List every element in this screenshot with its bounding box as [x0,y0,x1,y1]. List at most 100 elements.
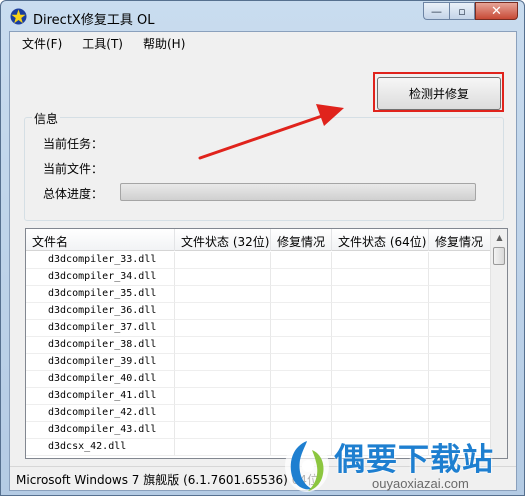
row-cell [271,405,332,422]
row-cell [271,320,332,337]
menu-tools[interactable]: 工具(T) [82,35,123,52]
row-cell [429,371,492,388]
row-cell [429,269,492,286]
scroll-thumb[interactable] [493,247,505,265]
row-cell [332,252,429,269]
maximize-button[interactable]: ▫ [449,2,475,20]
table-row[interactable]: d3dcompiler_37.dll [26,320,492,337]
row-cell [175,303,271,320]
file-list[interactable]: 文件名 文件状态 (32位) 修复情况 文件状态 (64位) 修复情况 d3dc… [25,228,508,459]
window-title: DirectX修复工具 OL [33,13,155,28]
row-cell [175,371,271,388]
vertical-scrollbar[interactable]: ▲ [490,229,507,458]
table-row[interactable]: d3dcompiler_33.dll [26,252,492,269]
watermark-logo-icon [285,440,329,492]
row-cell [175,388,271,405]
row-cell [429,286,492,303]
table-row[interactable]: d3dcompiler_38.dll [26,337,492,354]
row-cell [332,337,429,354]
row-cell [332,269,429,286]
row-cell [271,337,332,354]
table-row[interactable]: d3dcompiler_36.dll [26,303,492,320]
row-cell [332,354,429,371]
row-cell [332,286,429,303]
client-area: 文件(F) 工具(T) 帮助(H) 检测并修复 信息 当前任务： 当前文件： 总… [9,31,517,491]
row-cell [175,269,271,286]
row-cell [271,286,332,303]
row-cell [271,252,332,269]
menu-file[interactable]: 文件(F) [22,35,62,52]
row-filename: d3dcompiler_39.dll [26,354,175,371]
row-filename: d3dcompiler_33.dll [26,252,175,269]
current-task-label: 当前任务： [43,137,104,151]
row-cell [429,354,492,371]
row-filename: d3dcompiler_34.dll [26,269,175,286]
menu-bar: 文件(F) 工具(T) 帮助(H) [10,32,516,54]
app-icon [10,8,27,25]
row-cell [332,405,429,422]
row-filename: d3dcompiler_43.dll [26,422,175,439]
row-cell [271,303,332,320]
column-filename[interactable]: 文件名 [26,229,175,251]
column-status-64[interactable]: 文件状态 (64位) [332,229,429,251]
row-cell [429,303,492,320]
row-filename: d3dcompiler_41.dll [26,388,175,405]
row-cell [332,303,429,320]
scroll-up-icon[interactable]: ▲ [491,229,507,246]
current-file-label: 当前文件： [43,162,104,176]
column-repair-32[interactable]: 修复情况 [271,229,332,251]
row-cell [175,252,271,269]
row-cell [271,269,332,286]
row-cell [175,422,271,439]
table-row[interactable]: d3dcompiler_39.dll [26,354,492,371]
app-window: DirectX修复工具 OL — ▫ ✕ 文件(F) 工具(T) 帮助(H) 检… [0,0,525,496]
row-filename: d3dcompiler_42.dll [26,405,175,422]
table-row[interactable]: d3dcompiler_40.dll [26,371,492,388]
row-cell [175,439,271,456]
row-filename: d3dcompiler_40.dll [26,371,175,388]
row-filename: d3dcompiler_35.dll [26,286,175,303]
row-cell [175,354,271,371]
list-header: 文件名 文件状态 (32位) 修复情况 文件状态 (64位) 修复情况 [26,229,492,251]
row-cell [271,354,332,371]
row-cell [175,286,271,303]
table-row[interactable]: d3dcompiler_42.dll [26,405,492,422]
table-row[interactable]: d3dcompiler_41.dll [26,388,492,405]
menu-help[interactable]: 帮助(H) [143,35,185,52]
watermark: 偶要下载站 ouyaoxiazai.com [282,432,525,496]
row-filename: d3dcsx_42.dll [26,439,175,456]
close-icon: ✕ [491,3,502,19]
red-highlight-box [373,72,504,112]
watermark-name: 偶要下载站 [334,442,494,478]
info-group-title: 信息 [32,110,61,127]
row-cell [429,405,492,422]
column-repair-64[interactable]: 修复情况 [429,229,492,251]
list-body: d3dcompiler_33.dll d3dcompiler_34.dll d3dc… [26,252,492,456]
row-cell [429,337,492,354]
progress-label: 总体进度： [43,187,104,201]
row-cell [429,320,492,337]
row-cell [175,337,271,354]
row-filename: d3dcompiler_36.dll [26,303,175,320]
minimize-button[interactable]: — [423,2,449,20]
title-bar[interactable]: DirectX修复工具 OL — ▫ ✕ [1,1,524,31]
caption-buttons: — ▫ ✕ [423,2,518,20]
row-cell [175,405,271,422]
minimize-icon: — [431,4,442,18]
row-cell [332,371,429,388]
row-cell [429,252,492,269]
row-cell [271,371,332,388]
row-filename: d3dcompiler_37.dll [26,320,175,337]
row-filename: d3dcompiler_38.dll [26,337,175,354]
column-status-32[interactable]: 文件状态 (32位) [175,229,271,251]
row-cell [332,388,429,405]
table-row[interactable]: d3dcompiler_35.dll [26,286,492,303]
table-row[interactable]: d3dcompiler_34.dll [26,269,492,286]
close-button[interactable]: ✕ [475,2,518,20]
row-cell [429,388,492,405]
row-cell [175,320,271,337]
overall-progress-bar [120,183,476,201]
maximize-icon: ▫ [458,4,466,18]
row-cell [271,388,332,405]
watermark-url: ouyaoxiazai.com [372,476,469,491]
